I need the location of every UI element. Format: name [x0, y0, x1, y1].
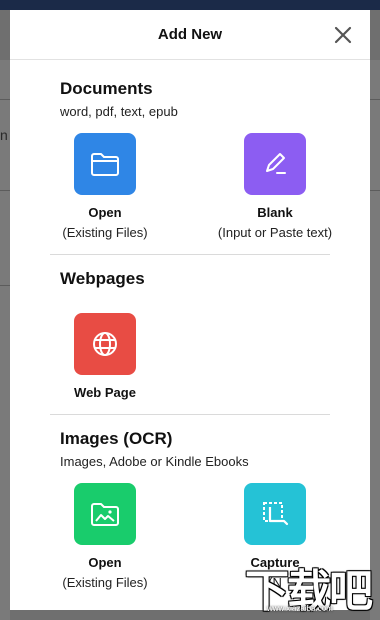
background-left-edge	[0, 60, 10, 620]
web-page-label: Web Page	[74, 385, 136, 400]
site-watermark: 下载吧 www.xiazaiba.com	[245, 555, 380, 620]
add-new-dialog: Add New Documents word, pdf, text, epub …	[10, 10, 370, 610]
pen-icon	[244, 133, 306, 195]
section-divider	[50, 254, 330, 255]
open-image-tile[interactable]: Open (Existing Files)	[30, 483, 180, 591]
image-folder-icon	[74, 483, 136, 545]
documents-section-subtitle: word, pdf, text, epub	[60, 104, 178, 119]
images-section-subtitle: Images, Adobe or Kindle Ebooks	[60, 454, 249, 469]
background-divider	[370, 190, 380, 191]
web-page-tile[interactable]: Web Page	[30, 313, 180, 401]
open-document-tile[interactable]: Open (Existing Files)	[30, 133, 180, 241]
background-divider	[370, 99, 380, 100]
crop-icon	[244, 483, 306, 545]
dialog-title: Add New	[157, 26, 223, 43]
background-divider	[0, 285, 10, 286]
globe-icon	[74, 313, 136, 375]
dialog-header: Add New	[10, 10, 370, 60]
open-image-label: Open	[88, 555, 122, 570]
blank-document-label: Blank	[257, 205, 293, 220]
background-partial-text: n	[0, 127, 8, 143]
background-divider	[0, 190, 10, 191]
close-icon[interactable]	[332, 24, 354, 46]
open-document-label: Open	[88, 205, 122, 220]
open-document-sublabel: (Existing Files)	[62, 225, 148, 240]
blank-document-sublabel: (Input or Paste text)	[217, 225, 333, 240]
background-right-edge	[370, 60, 380, 620]
app-top-bar	[0, 0, 380, 10]
watermark-url: www.xiazaiba.com	[267, 604, 333, 613]
folder-icon	[74, 133, 136, 195]
webpages-section-title: Webpages	[60, 269, 145, 288]
documents-section-title: Documents	[60, 79, 153, 98]
blank-document-tile[interactable]: Blank (Input or Paste text)	[200, 133, 350, 241]
background-divider	[0, 99, 10, 100]
images-section-title: Images (OCR)	[60, 429, 173, 448]
open-image-sublabel: (Existing Files)	[62, 575, 148, 590]
section-divider	[50, 414, 330, 415]
